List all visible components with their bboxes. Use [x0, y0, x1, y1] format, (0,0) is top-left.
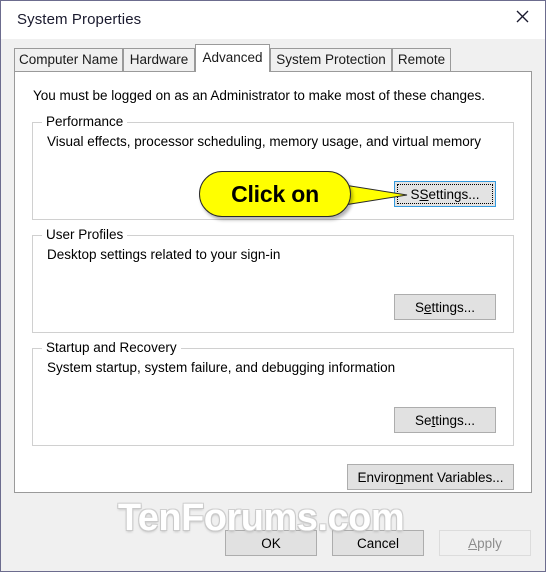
- group-legend-user-profiles: User Profiles: [42, 227, 128, 242]
- dialog-button-bar: OK Cancel Apply: [1, 521, 545, 571]
- system-properties-window: System Properties Computer Name Hardware A…: [0, 0, 546, 572]
- tab-strip: Computer Name Hardware Advanced System Prot…: [1, 39, 545, 72]
- tab-remote[interactable]: Remote: [392, 48, 451, 72]
- performance-settings-button[interactable]: S Settings...: [394, 181, 496, 207]
- group-description-startup-and-recovery: System startup, system failure, and debu…: [47, 360, 396, 375]
- tab-advanced[interactable]: Advanced: [195, 44, 270, 72]
- tab-computer-name[interactable]: Computer Name: [14, 48, 123, 72]
- tab-hardware[interactable]: Hardware: [123, 48, 195, 72]
- title-bar: System Properties: [1, 1, 545, 39]
- advanced-tab-panel: You must be logged on as an Administrato…: [14, 71, 532, 493]
- close-icon[interactable]: [499, 1, 545, 31]
- apply-button: Apply: [439, 530, 531, 556]
- cancel-button[interactable]: Cancel: [332, 530, 424, 556]
- group-performance: Performance Visual effects, processor sch…: [32, 114, 514, 220]
- group-legend-performance: Performance: [42, 114, 128, 129]
- environment-variables-button[interactable]: Enviro n ment Variables...: [347, 464, 514, 490]
- group-user-profiles: User Profiles Desktop settings related to…: [32, 227, 514, 333]
- administrator-note: You must be logged on as an Administrato…: [33, 88, 486, 103]
- window-title: System Properties: [17, 11, 142, 28]
- user-profiles-settings-button[interactable]: Se ttings...: [394, 294, 496, 320]
- group-startup-and-recovery: Startup and Recovery System startup, syst…: [32, 340, 514, 446]
- focus-ring: [397, 184, 493, 204]
- tab-system-protection[interactable]: System Protection: [270, 48, 392, 72]
- ok-button[interactable]: OK: [225, 530, 317, 556]
- group-description-user-profiles: Desktop settings related to your sign-in: [47, 247, 281, 262]
- group-description-performance: Visual effects, processor scheduling, me…: [47, 134, 481, 149]
- group-legend-startup-and-recovery: Startup and Recovery: [42, 340, 181, 355]
- startup-recovery-settings-button[interactable]: Se t tings...: [394, 407, 496, 433]
